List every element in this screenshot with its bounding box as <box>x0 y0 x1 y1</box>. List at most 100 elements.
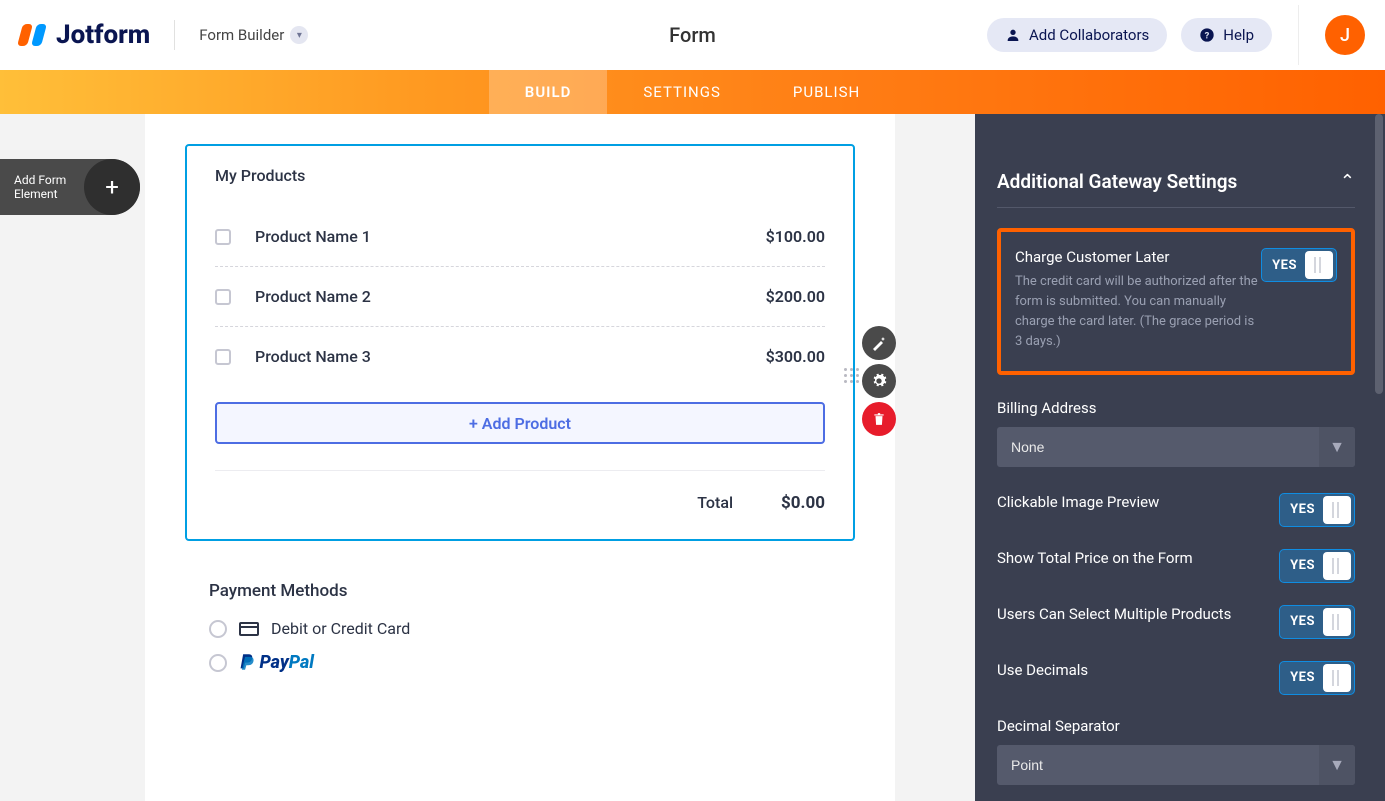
tab-build[interactable]: BUILD <box>489 70 608 114</box>
charge-later-highlight: Charge Customer Later The credit card wi… <box>997 228 1355 375</box>
product-price: $200.00 <box>766 287 825 306</box>
magic-wand-icon <box>871 335 887 351</box>
setting-label: Clickable Image Preview <box>997 493 1159 511</box>
scrollbar[interactable] <box>1375 114 1383 394</box>
paypal-icon <box>239 653 255 671</box>
add-product-button[interactable]: + Add Product <box>215 402 825 444</box>
divider <box>174 20 175 50</box>
select-input[interactable] <box>997 427 1355 467</box>
checkbox[interactable] <box>215 289 231 305</box>
drag-handle-icon[interactable] <box>844 368 856 388</box>
toggle-knob-icon <box>1323 608 1351 636</box>
person-icon <box>1005 27 1021 43</box>
product-name: Product Name 3 <box>255 347 371 366</box>
payment-option-paypal[interactable]: PayPal <box>209 652 855 673</box>
setting-clickable-preview: Clickable Image Preview YES <box>997 493 1355 527</box>
setting-label: Charge Customer Later <box>1015 248 1261 266</box>
brand-logo[interactable]: Jotform <box>20 20 150 50</box>
tab-settings[interactable]: SETTINGS <box>607 70 757 114</box>
payment-methods: Payment Methods Debit or Credit Card Pay… <box>185 581 855 673</box>
paypal-logo: PayPal <box>239 652 314 673</box>
select-input[interactable] <box>997 745 1355 785</box>
toggle-multi-products[interactable]: YES <box>1279 605 1355 639</box>
setting-description: The credit card will be authorized after… <box>1015 272 1261 353</box>
toggle-value: YES <box>1290 502 1315 517</box>
chevron-up-icon: ⌃ <box>1340 171 1355 192</box>
magic-wand-button[interactable] <box>862 326 896 360</box>
toggle-value: YES <box>1272 258 1297 273</box>
toggle-knob-icon <box>1323 552 1351 580</box>
toggle-value: YES <box>1290 558 1315 573</box>
product-row[interactable]: Product Name 3 $300.00 <box>215 326 825 386</box>
form-builder-dropdown[interactable]: Form Builder ▾ <box>199 26 308 44</box>
product-name: Product Name 2 <box>255 287 371 306</box>
add-collaborators-label: Add Collaborators <box>1029 26 1149 44</box>
checkbox[interactable] <box>215 349 231 365</box>
payment-option-label: Debit or Credit Card <box>271 619 410 638</box>
toggle-knob-icon <box>1323 664 1351 692</box>
setting-label: Show Total Price on the Form <box>997 549 1193 567</box>
total-label: Total <box>697 493 733 513</box>
toggle-use-decimals[interactable]: YES <box>1279 661 1355 695</box>
chevron-down-icon: ▾ <box>290 26 308 44</box>
checkbox[interactable] <box>215 229 231 245</box>
toggle-value: YES <box>1290 614 1315 629</box>
product-name: Product Name 1 <box>255 227 371 246</box>
setting-show-total: Show Total Price on the Form YES <box>997 549 1355 583</box>
product-price: $300.00 <box>766 347 825 366</box>
toggle-clickable-preview[interactable]: YES <box>1279 493 1355 527</box>
setting-label: Decimal Separator <box>997 717 1355 735</box>
product-price: $100.00 <box>766 227 825 246</box>
form-canvas: My Products Product Name 1 $100.00 Produ… <box>145 114 895 801</box>
add-form-element-label: Add Form Element <box>14 173 66 201</box>
nav-bar: BUILD SETTINGS PUBLISH <box>0 70 1385 114</box>
radio[interactable] <box>209 654 227 672</box>
settings-gear-button[interactable] <box>862 364 896 398</box>
settings-panel: Additional Gateway Settings ⌃ Charge Cus… <box>975 114 1385 801</box>
trash-icon <box>872 412 886 426</box>
payment-option-card[interactable]: Debit or Credit Card <box>209 619 855 638</box>
product-row[interactable]: Product Name 1 $100.00 <box>215 207 825 266</box>
help-button[interactable]: ? Help <box>1181 18 1272 52</box>
payment-methods-title: Payment Methods <box>209 581 855 601</box>
setting-label: Billing Address <box>997 399 1355 417</box>
toggle-charge-later[interactable]: YES <box>1261 248 1337 282</box>
panel-header[interactable]: Additional Gateway Settings ⌃ <box>997 170 1355 208</box>
brand-text: Jotform <box>56 20 150 50</box>
help-label: Help <box>1223 26 1254 44</box>
toggle-knob-icon <box>1323 496 1351 524</box>
setting-label: Use Decimals <box>997 661 1088 679</box>
total-row: Total $0.00 <box>215 470 825 513</box>
setting-charge-later: Charge Customer Later The credit card wi… <box>1015 248 1337 353</box>
setting-multi-products: Users Can Select Multiple Products YES <box>997 605 1355 639</box>
products-title: My Products <box>215 166 825 185</box>
product-row[interactable]: Product Name 2 $200.00 <box>215 266 825 326</box>
tab-publish[interactable]: PUBLISH <box>757 70 896 114</box>
logo-icon <box>20 21 48 49</box>
panel-title: Additional Gateway Settings <box>997 170 1237 193</box>
main-area: Add Form Element + My Products Product N… <box>0 114 1385 801</box>
total-value: $0.00 <box>781 493 825 513</box>
page-title: Form <box>669 23 716 47</box>
top-header: Jotform Form Builder ▾ Form Add Collabor… <box>0 0 1385 70</box>
svg-text:?: ? <box>1205 30 1210 41</box>
card-icon <box>239 622 259 636</box>
toggle-value: YES <box>1290 670 1315 685</box>
avatar[interactable]: J <box>1325 15 1365 55</box>
setting-use-decimals: Use Decimals YES <box>997 661 1355 695</box>
add-form-element-button[interactable]: Add Form Element + <box>0 159 140 215</box>
toggle-show-total[interactable]: YES <box>1279 549 1355 583</box>
form-builder-label: Form Builder <box>199 26 284 44</box>
radio[interactable] <box>209 620 227 638</box>
help-icon: ? <box>1199 27 1215 43</box>
delete-button[interactable] <box>862 402 896 436</box>
add-collaborators-button[interactable]: Add Collaborators <box>987 18 1167 52</box>
element-tools <box>862 326 896 436</box>
decimal-separator-select[interactable]: ▼ <box>997 745 1355 785</box>
gear-icon <box>871 373 887 389</box>
plus-icon: + <box>84 159 140 215</box>
billing-address-select[interactable]: ▼ <box>997 427 1355 467</box>
divider <box>1298 5 1299 65</box>
setting-label: Users Can Select Multiple Products <box>997 605 1231 623</box>
products-card[interactable]: My Products Product Name 1 $100.00 Produ… <box>185 144 855 541</box>
